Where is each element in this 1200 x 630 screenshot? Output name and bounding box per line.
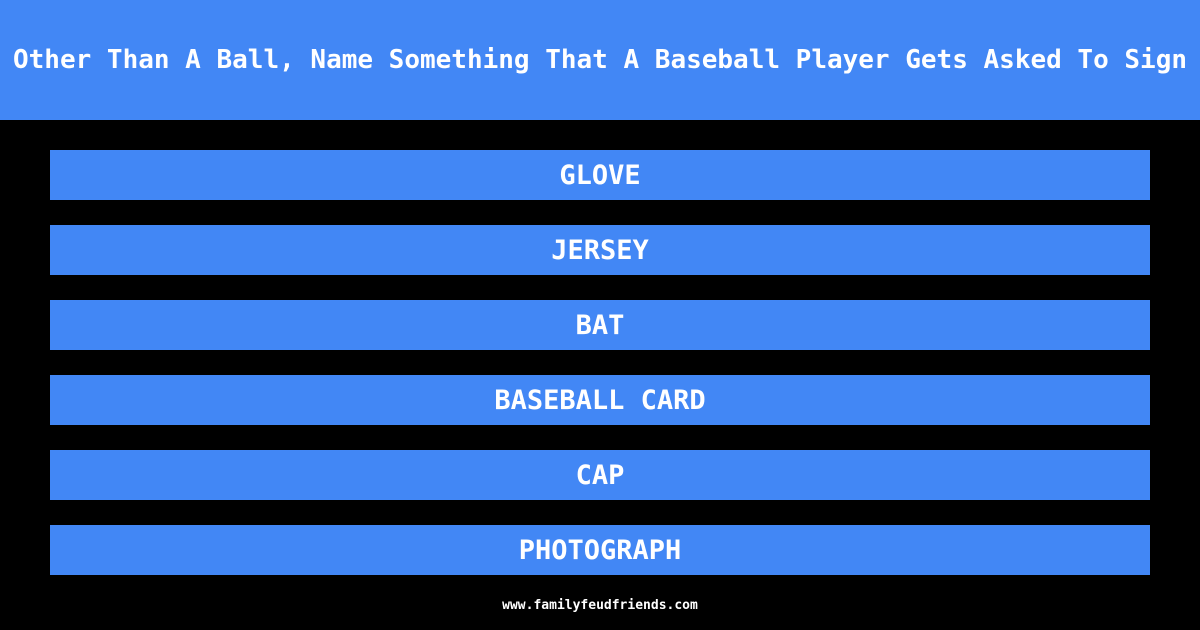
footer-url: www.familyfeudfriends.com bbox=[502, 598, 698, 613]
question-text: Other Than A Ball, Name Something That A… bbox=[13, 45, 1187, 75]
question-header: Other Than A Ball, Name Something That A… bbox=[0, 0, 1200, 120]
answer-bar: BASEBALL CARD bbox=[50, 375, 1150, 425]
answer-bar: BAT bbox=[50, 300, 1150, 350]
answer-bar: JERSEY bbox=[50, 225, 1150, 275]
answer-bar: GLOVE bbox=[50, 150, 1150, 200]
answer-bar: CAP bbox=[50, 450, 1150, 500]
answer-bar: PHOTOGRAPH bbox=[50, 525, 1150, 575]
